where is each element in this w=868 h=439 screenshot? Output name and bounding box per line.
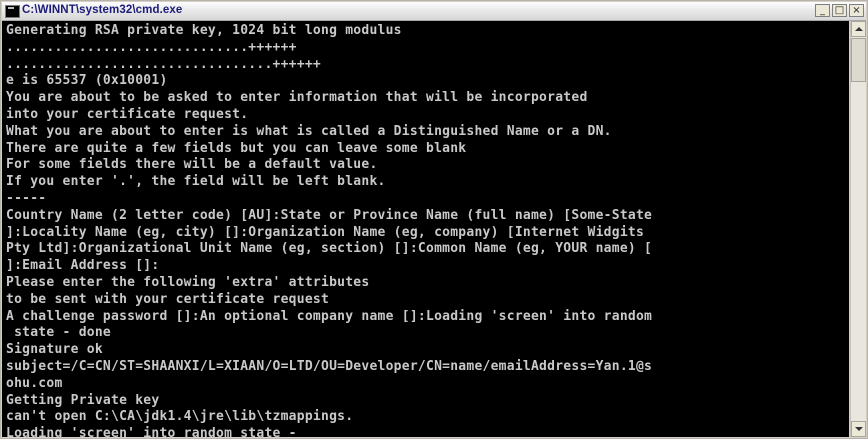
console-output: Generating RSA private key, 1024 bit lon… xyxy=(6,23,653,437)
scroll-thumb[interactable] xyxy=(851,38,866,82)
scroll-down-arrow-icon[interactable] xyxy=(851,421,866,437)
scroll-up-arrow-icon[interactable] xyxy=(851,21,866,37)
window-title: C:\WINNT\system32\cmd.exe xyxy=(22,4,183,16)
minimize-button[interactable]: _ xyxy=(815,4,830,17)
close-button[interactable]: × xyxy=(849,4,864,17)
console-output-area[interactable]: Generating RSA private key, 1024 bit lon… xyxy=(2,21,849,437)
cmd-icon[interactable] xyxy=(5,5,20,18)
title-bar[interactable]: C:\WINNT\system32\cmd.exe _ □ × xyxy=(2,2,866,21)
maximize-button[interactable]: □ xyxy=(832,4,847,17)
cmd-window: C:\WINNT\system32\cmd.exe _ □ × Generati… xyxy=(0,0,868,439)
vertical-scrollbar[interactable] xyxy=(850,21,866,437)
